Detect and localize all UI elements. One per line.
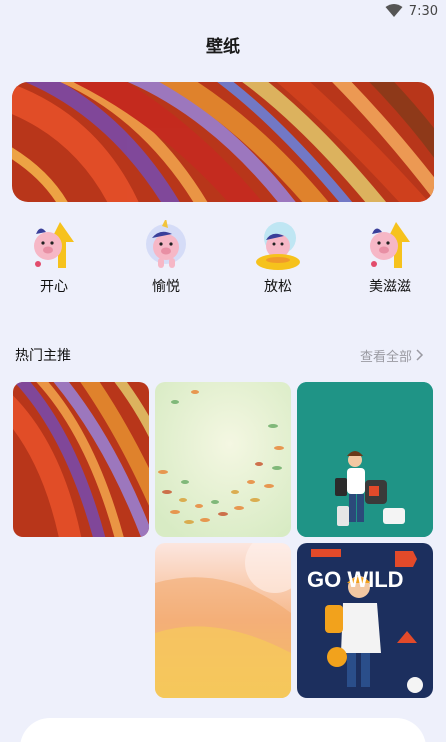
banner-wallpaper[interactable] bbox=[12, 82, 434, 202]
category-label: 开心 bbox=[40, 279, 68, 295]
category-label: 美滋滋 bbox=[369, 279, 411, 295]
category-item[interactable]: 美滋滋 bbox=[350, 220, 430, 298]
pig-unicorn-icon bbox=[146, 220, 186, 268]
status-time: 7:30 bbox=[408, 3, 438, 19]
category-item[interactable]: 愉悦 bbox=[126, 220, 206, 298]
wallpaper-tile-ribbons[interactable] bbox=[13, 382, 149, 537]
section-header: 热门主推 查看全部 bbox=[15, 345, 424, 365]
wallpaper-tile-go-wild[interactable]: GO WILD bbox=[297, 543, 433, 698]
see-all-label: 查看全部 bbox=[359, 349, 412, 365]
page-title: 壁纸 bbox=[206, 37, 240, 57]
see-all-link[interactable]: 查看全部 bbox=[360, 346, 424, 365]
pig-bunny-balloon-icon bbox=[34, 222, 74, 268]
wallpaper-tile-traveler[interactable] bbox=[297, 382, 433, 537]
category-label: 放松 bbox=[264, 279, 292, 295]
bottom-bar[interactable] bbox=[20, 718, 426, 742]
wallpaper-tile-fish-swirl[interactable] bbox=[155, 382, 291, 537]
section-title: 热门主推 bbox=[15, 348, 71, 364]
go-wild-text: GO WILD bbox=[307, 567, 404, 592]
pig-bunny-balloon-icon bbox=[370, 222, 410, 268]
wifi-icon bbox=[385, 4, 403, 17]
category-item[interactable]: 放松 bbox=[238, 220, 318, 298]
wallpaper-tile-orange-gradient[interactable] bbox=[155, 543, 291, 698]
category-label: 愉悦 bbox=[152, 279, 180, 295]
status-bar: 7:30 bbox=[0, 0, 446, 22]
chevron-right-icon bbox=[416, 349, 424, 361]
pig-swim-ring-icon bbox=[256, 222, 300, 270]
category-row: 开心 愉悦 放松 美滋滋 bbox=[0, 220, 446, 300]
category-item[interactable]: 开心 bbox=[14, 220, 94, 298]
